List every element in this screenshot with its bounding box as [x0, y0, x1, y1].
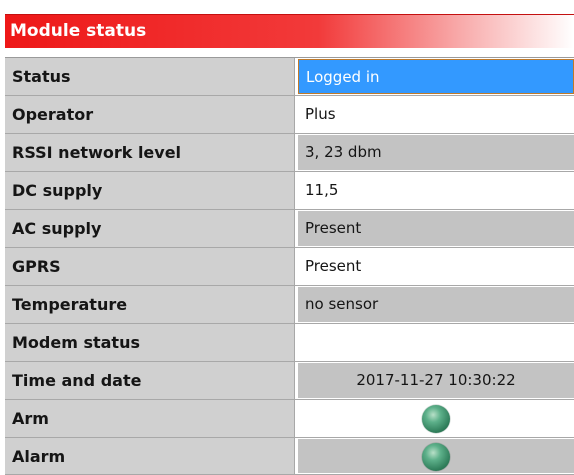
row-gprs: GPRS Present [5, 248, 574, 286]
row-label: RSSI network level [12, 143, 182, 162]
row-alarm: Alarm [5, 438, 574, 475]
label-cell: RSSI network level [5, 134, 295, 171]
row-label: AC supply [12, 219, 102, 238]
label-cell: GPRS [5, 248, 295, 285]
module-status-title-bar: Module status [5, 14, 574, 48]
arm-indicator-led-icon [422, 405, 450, 433]
label-cell: AC supply [5, 210, 295, 247]
label-cell: Modem status [5, 324, 295, 361]
label-cell: Arm [5, 400, 295, 437]
gprs-value-cell[interactable]: Present [298, 249, 574, 284]
row-label: Temperature [12, 295, 128, 314]
row-operator: Operator Plus [5, 96, 574, 134]
row-value: 3, 23 dbm [305, 143, 382, 161]
label-cell: DC supply [5, 172, 295, 209]
row-label: Alarm [12, 447, 66, 466]
row-temperature: Temperature no sensor [5, 286, 574, 324]
status-value-cell[interactable]: Logged in [298, 59, 574, 94]
row-label: Modem status [12, 333, 140, 352]
label-cell: Temperature [5, 286, 295, 323]
ac-supply-value-cell[interactable]: Present [298, 211, 574, 246]
row-label: Arm [12, 409, 49, 428]
alarm-value-cell[interactable] [298, 439, 574, 473]
label-cell: Alarm [5, 438, 295, 474]
rssi-value-cell[interactable]: 3, 23 dbm [298, 135, 574, 170]
row-dc-supply: DC supply 11,5 [5, 172, 574, 210]
row-rssi: RSSI network level 3, 23 dbm [5, 134, 574, 172]
label-cell: Time and date [5, 362, 295, 399]
row-label: GPRS [12, 257, 61, 276]
modem-status-value-cell[interactable] [298, 325, 574, 360]
row-time-date: Time and date 2017-11-27 10:30:22 [5, 362, 574, 400]
row-value: Present [305, 219, 362, 237]
row-label: Status [12, 67, 71, 86]
label-cell: Status [5, 58, 295, 95]
alarm-indicator-led-icon [422, 443, 450, 471]
row-value: Plus [305, 105, 336, 123]
module-status-title: Module status [10, 21, 147, 41]
row-label: Operator [12, 105, 94, 124]
row-value: 11,5 [305, 181, 339, 199]
time-date-value-cell[interactable]: 2017-11-27 10:30:22 [298, 363, 574, 398]
row-ac-supply: AC supply Present [5, 210, 574, 248]
dc-supply-value-cell[interactable]: 11,5 [298, 173, 574, 208]
row-arm: Arm [5, 400, 574, 438]
row-label: DC supply [12, 181, 103, 200]
row-status: Status Logged in [5, 58, 574, 96]
module-status-panel: Module status Status Logged in Operator … [0, 0, 574, 475]
row-value: no sensor [305, 295, 379, 313]
row-value: Logged in [306, 68, 380, 86]
row-value: Present [305, 257, 362, 275]
operator-value-cell[interactable]: Plus [298, 97, 574, 132]
row-value: 2017-11-27 10:30:22 [356, 371, 516, 389]
row-label: Time and date [12, 371, 142, 390]
row-modem-status: Modem status [5, 324, 574, 362]
arm-value-cell[interactable] [298, 401, 574, 436]
temperature-value-cell[interactable]: no sensor [298, 287, 574, 322]
status-grid: Status Logged in Operator Plus RSSI netw… [5, 57, 574, 475]
label-cell: Operator [5, 96, 295, 133]
